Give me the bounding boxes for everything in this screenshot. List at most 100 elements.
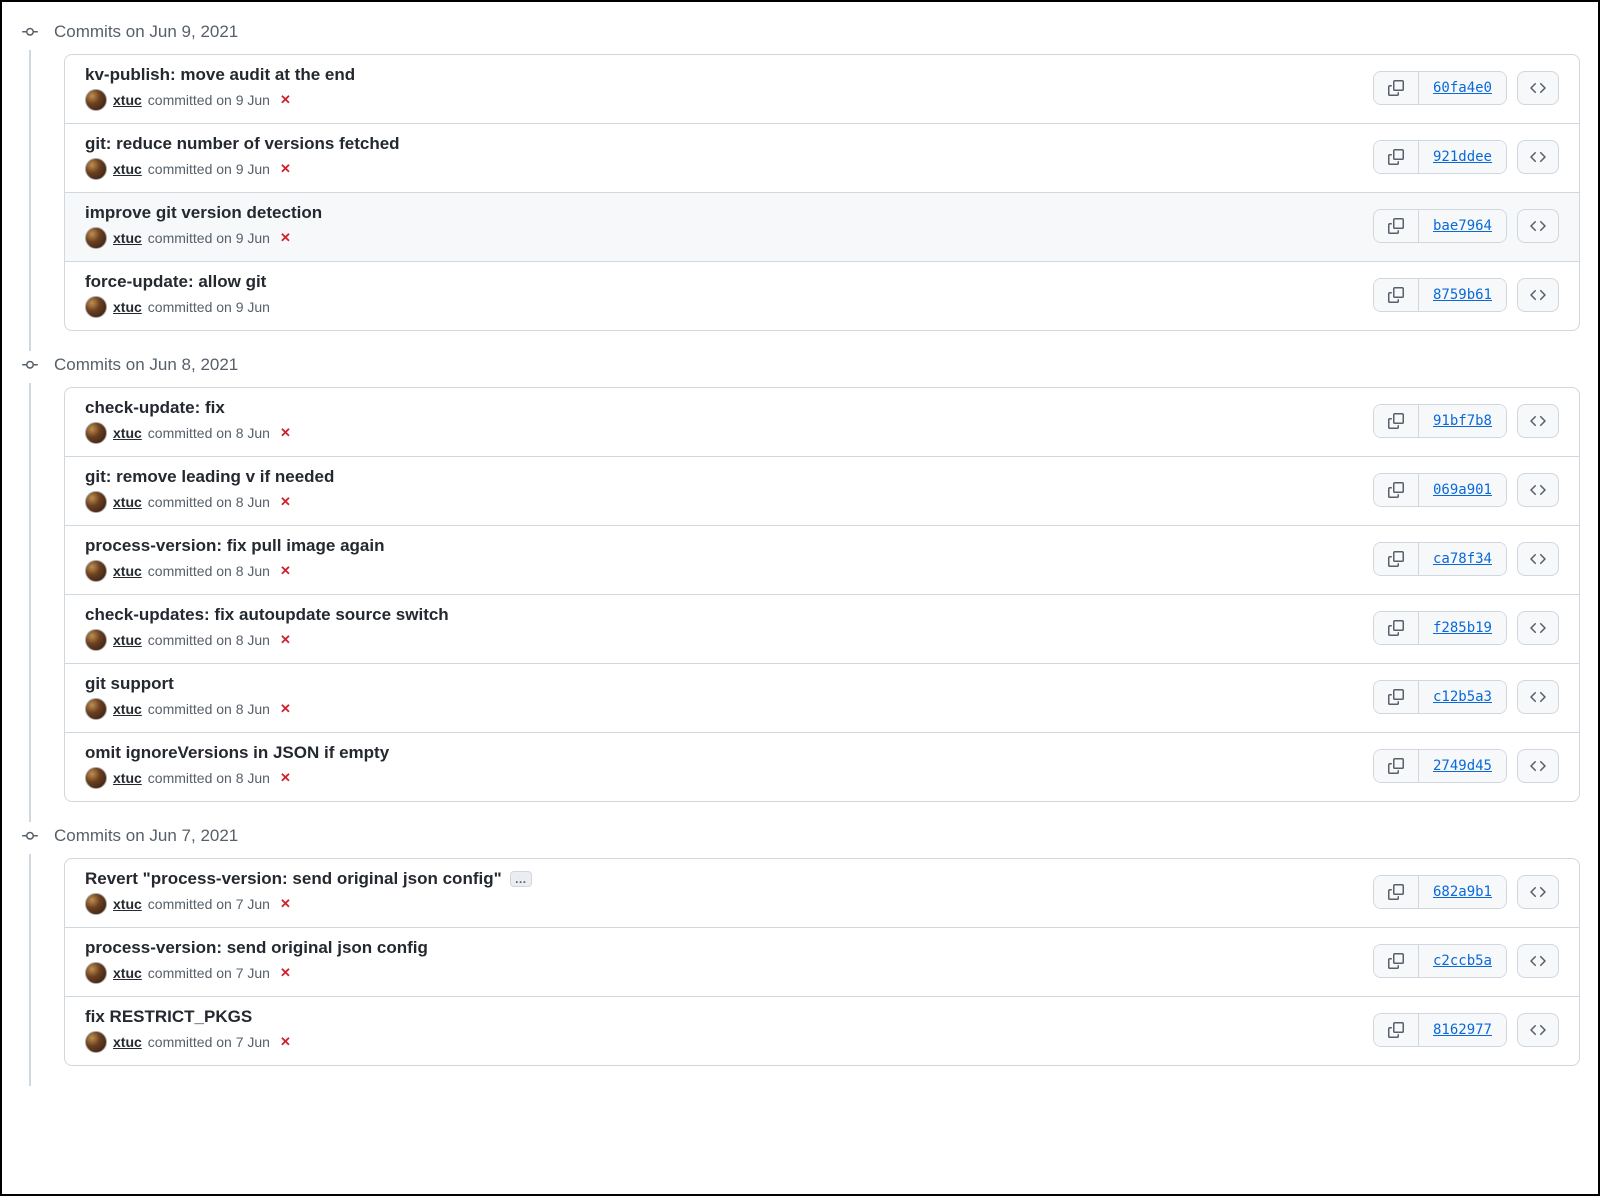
author-link[interactable]: xtuc bbox=[113, 92, 142, 108]
commit-title-link[interactable]: git: remove leading v if needed bbox=[85, 467, 334, 487]
browse-repo-button[interactable] bbox=[1517, 611, 1559, 645]
author-avatar[interactable] bbox=[85, 629, 107, 651]
commit-sha-link[interactable]: bae7964 bbox=[1418, 210, 1506, 242]
author-avatar[interactable] bbox=[85, 962, 107, 984]
copy-sha-button[interactable] bbox=[1374, 474, 1418, 506]
commit-title-link[interactable]: process-version: send original json conf… bbox=[85, 938, 428, 958]
author-link[interactable]: xtuc bbox=[113, 896, 142, 912]
status-failed-icon[interactable]: ✕ bbox=[280, 632, 291, 648]
browse-repo-button[interactable] bbox=[1517, 278, 1559, 312]
status-failed-icon[interactable]: ✕ bbox=[280, 92, 291, 108]
commit-title-link[interactable]: check-updates: fix autoupdate source swi… bbox=[85, 605, 449, 625]
author-link[interactable]: xtuc bbox=[113, 425, 142, 441]
commit-sha-link[interactable]: 91bf7b8 bbox=[1418, 405, 1506, 437]
copy-sha-button[interactable] bbox=[1374, 1014, 1418, 1046]
commit-list: kv-publish: move audit at the endxtuccom… bbox=[64, 54, 1580, 331]
author-avatar[interactable] bbox=[85, 89, 107, 111]
copy-sha-button[interactable] bbox=[1374, 210, 1418, 242]
commit-title-link[interactable]: force-update: allow git bbox=[85, 272, 266, 292]
author-avatar[interactable] bbox=[85, 767, 107, 789]
commit-sha-link[interactable]: c12b5a3 bbox=[1418, 681, 1506, 713]
browse-repo-button[interactable] bbox=[1517, 404, 1559, 438]
author-link[interactable]: xtuc bbox=[113, 563, 142, 579]
author-link[interactable]: xtuc bbox=[113, 770, 142, 786]
copy-sha-button[interactable] bbox=[1374, 543, 1418, 575]
browse-repo-button[interactable] bbox=[1517, 749, 1559, 783]
browse-repo-button[interactable] bbox=[1517, 140, 1559, 174]
author-avatar[interactable] bbox=[85, 296, 107, 318]
commit-sha-link[interactable]: ca78f34 bbox=[1418, 543, 1506, 575]
browse-repo-button[interactable] bbox=[1517, 875, 1559, 909]
author-avatar[interactable] bbox=[85, 227, 107, 249]
browse-repo-button[interactable] bbox=[1517, 209, 1559, 243]
browse-repo-button[interactable] bbox=[1517, 944, 1559, 978]
author-avatar[interactable] bbox=[85, 893, 107, 915]
status-failed-icon[interactable]: ✕ bbox=[280, 161, 291, 177]
commit-title-link[interactable]: git support bbox=[85, 674, 174, 694]
copy-sha-button[interactable] bbox=[1374, 612, 1418, 644]
browse-repo-button[interactable] bbox=[1517, 1013, 1559, 1047]
commit-title-link[interactable]: improve git version detection bbox=[85, 203, 322, 223]
commit-sha-link[interactable]: 8759b61 bbox=[1418, 279, 1506, 311]
author-link[interactable]: xtuc bbox=[113, 965, 142, 981]
copy-sha-button[interactable] bbox=[1374, 72, 1418, 104]
author-avatar[interactable] bbox=[85, 560, 107, 582]
author-avatar[interactable] bbox=[85, 158, 107, 180]
sha-button-group: 91bf7b8 bbox=[1373, 404, 1507, 438]
author-avatar[interactable] bbox=[85, 698, 107, 720]
author-link[interactable]: xtuc bbox=[113, 1034, 142, 1050]
author-link[interactable]: xtuc bbox=[113, 161, 142, 177]
status-failed-icon[interactable]: ✕ bbox=[280, 494, 291, 510]
commit-sha-link[interactable]: 60fa4e0 bbox=[1418, 72, 1506, 104]
copy-sha-button[interactable] bbox=[1374, 279, 1418, 311]
status-failed-icon[interactable]: ✕ bbox=[280, 896, 291, 912]
commit-meta: xtuccommitted on 8 Jun✕ bbox=[85, 767, 1373, 789]
code-icon bbox=[1530, 80, 1546, 96]
commit-sha-link[interactable]: f285b19 bbox=[1418, 612, 1506, 644]
status-failed-icon[interactable]: ✕ bbox=[280, 230, 291, 246]
status-failed-icon[interactable]: ✕ bbox=[280, 1034, 291, 1050]
commit-title-link[interactable]: omit ignoreVersions in JSON if empty bbox=[85, 743, 389, 763]
status-failed-icon[interactable]: ✕ bbox=[280, 563, 291, 579]
browse-repo-button[interactable] bbox=[1517, 542, 1559, 576]
commit-title-link[interactable]: Revert "process-version: send original j… bbox=[85, 869, 502, 889]
commit-title-link[interactable]: process-version: fix pull image again bbox=[85, 536, 384, 556]
commit-sha-link[interactable]: 069a901 bbox=[1418, 474, 1506, 506]
commit-sha-link[interactable]: 921ddee bbox=[1418, 141, 1506, 173]
author-link[interactable]: xtuc bbox=[113, 494, 142, 510]
author-link[interactable]: xtuc bbox=[113, 299, 142, 315]
copy-sha-button[interactable] bbox=[1374, 945, 1418, 977]
copy-sha-button[interactable] bbox=[1374, 681, 1418, 713]
commit-title-link[interactable]: fix RESTRICT_PKGS bbox=[85, 1007, 252, 1027]
sha-button-group: f285b19 bbox=[1373, 611, 1507, 645]
author-avatar[interactable] bbox=[85, 491, 107, 513]
commit-sha-link[interactable]: 2749d45 bbox=[1418, 750, 1506, 782]
copy-sha-button[interactable] bbox=[1374, 141, 1418, 173]
copy-sha-button[interactable] bbox=[1374, 876, 1418, 908]
commit-title-link[interactable]: kv-publish: move audit at the end bbox=[85, 65, 355, 85]
copy-icon bbox=[1388, 1022, 1404, 1038]
browse-repo-button[interactable] bbox=[1517, 71, 1559, 105]
status-failed-icon[interactable]: ✕ bbox=[280, 425, 291, 441]
commit-title: git: remove leading v if needed bbox=[85, 467, 1373, 487]
sha-button-group: c2ccb5a bbox=[1373, 944, 1507, 978]
browse-repo-button[interactable] bbox=[1517, 680, 1559, 714]
commit-title: kv-publish: move audit at the end bbox=[85, 65, 1373, 85]
commit-sha-link[interactable]: c2ccb5a bbox=[1418, 945, 1506, 977]
commit-title-link[interactable]: git: reduce number of versions fetched bbox=[85, 134, 400, 154]
browse-repo-button[interactable] bbox=[1517, 473, 1559, 507]
status-failed-icon[interactable]: ✕ bbox=[280, 701, 291, 717]
status-failed-icon[interactable]: ✕ bbox=[280, 965, 291, 981]
commit-sha-link[interactable]: 8162977 bbox=[1418, 1014, 1506, 1046]
author-link[interactable]: xtuc bbox=[113, 230, 142, 246]
author-link[interactable]: xtuc bbox=[113, 632, 142, 648]
commit-title-link[interactable]: check-update: fix bbox=[85, 398, 225, 418]
copy-sha-button[interactable] bbox=[1374, 750, 1418, 782]
author-link[interactable]: xtuc bbox=[113, 701, 142, 717]
copy-sha-button[interactable] bbox=[1374, 405, 1418, 437]
author-avatar[interactable] bbox=[85, 1031, 107, 1053]
author-avatar[interactable] bbox=[85, 422, 107, 444]
commit-sha-link[interactable]: 682a9b1 bbox=[1418, 876, 1506, 908]
expand-message-button[interactable]: … bbox=[510, 871, 532, 887]
status-failed-icon[interactable]: ✕ bbox=[280, 770, 291, 786]
